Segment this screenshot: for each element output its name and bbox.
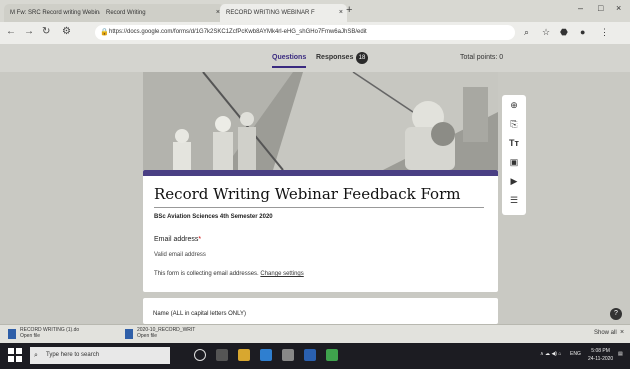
browser-tab-form[interactable]: RECORD WRITING WEBINAR F × [220, 4, 347, 22]
lock-icon: 🔒 [100, 29, 109, 36]
tab-label: RECORD WRITING WEBINAR F [226, 10, 315, 16]
close-tab-icon[interactable]: × [339, 4, 343, 22]
add-question-icon[interactable]: ⊕ [502, 100, 526, 111]
add-title-icon[interactable]: Tт [502, 138, 526, 148]
email-question-label: Email address* [154, 236, 201, 243]
language-indicator[interactable]: ENG [570, 351, 581, 357]
notifications-icon[interactable]: ▤ [618, 351, 623, 357]
search-icon: ⌕ [34, 352, 38, 359]
taskbar-clock[interactable]: 5:08 PM 24-11-2020 [588, 347, 613, 363]
add-section-icon[interactable]: ☰ [502, 195, 526, 206]
search-icon[interactable]: ⌕ [524, 27, 529, 38]
add-image-icon[interactable]: ▣ [502, 157, 526, 168]
address-bar[interactable]: 🔒 https://docs.google.com/forms/d/1G7k2S… [95, 25, 515, 40]
windows-start-icon[interactable] [8, 348, 22, 362]
document-icon [8, 329, 16, 339]
edge-icon[interactable] [260, 349, 272, 361]
question-card[interactable]: Name (ALL in capital letters ONLY) [143, 298, 498, 324]
question-title: Name (ALL in capital letters ONLY) [153, 311, 247, 317]
extension-icon[interactable]: ⚙ [62, 26, 71, 37]
import-questions-icon[interactable]: ⎘ [502, 119, 526, 130]
banner-illustration [143, 72, 498, 170]
file-explorer-icon[interactable] [238, 349, 250, 361]
collection-note-text: This form is collecting email addresses. [154, 271, 259, 277]
download-item[interactable]: RECORD WRITING (1).do Open file [20, 327, 79, 339]
chrome-icon[interactable] [326, 349, 338, 361]
show-all-downloads[interactable]: Show all [594, 330, 617, 336]
active-tab-indicator [272, 66, 306, 68]
word-icon[interactable] [304, 349, 316, 361]
profile-icon[interactable]: ● [580, 27, 585, 37]
store-icon[interactable] [282, 349, 294, 361]
tab-responses[interactable]: Responses [316, 54, 353, 61]
browser-tab-gmail[interactable]: M Fw: SRC Record writing Webinar × [4, 4, 108, 22]
tray-icons[interactable]: ∧ ☁ ◀) ⌂ [540, 351, 561, 357]
change-settings-link[interactable]: Change settings [260, 271, 303, 277]
title-divider [154, 207, 484, 208]
form-description[interactable]: BSc Aviation Sciences 4th Semester 2020 [154, 214, 273, 220]
email-label-text: Email address [154, 236, 199, 243]
download-item[interactable]: 2020-10_RECORD_WRIT Open file [137, 327, 195, 339]
help-button[interactable]: ? [610, 308, 622, 320]
document-icon [125, 329, 133, 339]
forward-arrow-icon[interactable]: → [24, 26, 34, 37]
email-collection-note: This form is collecting email addresses.… [154, 271, 304, 277]
reload-icon[interactable]: ↻ [42, 26, 50, 37]
new-tab-button[interactable]: + [346, 4, 352, 16]
clock-time: 5:08 PM [591, 348, 610, 354]
responses-count-badge: 18 [356, 52, 368, 64]
close-window-icon[interactable]: × [616, 3, 621, 13]
star-icon[interactable]: ☆ [542, 27, 550, 38]
add-video-icon[interactable]: ▶ [502, 176, 526, 187]
forms-header: Questions Responses 18 Total points: 0 [0, 44, 630, 72]
extension-icon[interactable]: ⬣ [560, 27, 568, 38]
url-text: https://docs.google.com/forms/d/1G7k2SKC… [109, 29, 367, 35]
download-shelf: RECORD WRITING (1).do Open file 2020-10_… [0, 324, 630, 343]
clock-date: 24-11-2020 [588, 356, 614, 362]
search-placeholder: Type here to search [46, 352, 100, 358]
form-title-card: Record Writing Webinar Feedback Form BSc… [143, 170, 498, 292]
windows-taskbar: ⌕ Type here to search ∧ ☁ ◀) ⌂ ENG 5:08 … [0, 343, 630, 369]
back-arrow-icon[interactable]: ← [6, 26, 16, 37]
browser-tab-strip: M Fw: SRC Record writing Webinar × Recor… [0, 0, 630, 22]
browser-toolbar: ← → ↻ ⚙ 🔒 https://docs.google.com/forms/… [0, 22, 630, 44]
browser-tab-record-writing[interactable]: Record Writing × [100, 4, 224, 22]
tab-label: M Fw: SRC Record writing Webinar [10, 10, 105, 16]
email-field[interactable]: Valid email address [154, 252, 206, 258]
taskbar-search-input[interactable]: ⌕ Type here to search [30, 347, 170, 364]
form-header-image [143, 72, 498, 170]
download-status: Open file [137, 333, 158, 339]
maximize-icon[interactable]: □ [598, 3, 603, 13]
download-status: Open file [20, 333, 41, 339]
required-asterisk: * [198, 236, 202, 243]
tab-label: Record Writing [106, 10, 146, 16]
tab-questions[interactable]: Questions [272, 54, 306, 61]
form-side-toolbar: ⊕ ⎘ Tт ▣ ▶ ☰ [502, 95, 526, 215]
minimize-icon[interactable]: – [578, 3, 583, 13]
menu-icon[interactable]: ⋮ [600, 27, 609, 38]
total-points: Total points: 0 [460, 54, 504, 61]
form-title[interactable]: Record Writing Webinar Feedback Form [154, 185, 460, 203]
cortana-icon[interactable] [194, 349, 206, 361]
close-icon[interactable]: × [620, 329, 624, 336]
card-accent-bar [143, 170, 498, 176]
task-view-icon[interactable] [216, 349, 228, 361]
